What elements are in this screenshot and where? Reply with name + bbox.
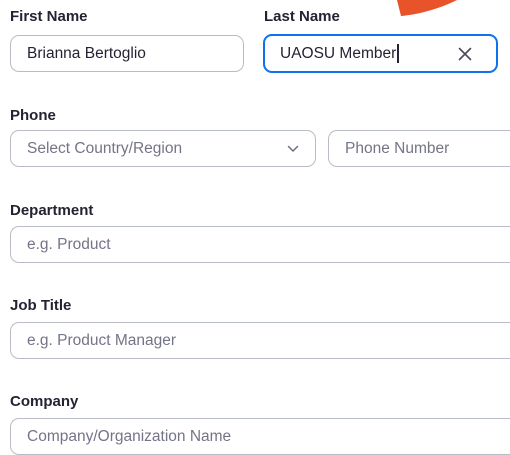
job-title-label: Job Title xyxy=(10,297,72,314)
company-input[interactable]: Company/Organization Name xyxy=(10,418,510,455)
job-title-input[interactable]: e.g. Product Manager xyxy=(10,322,510,359)
first-name-field[interactable]: Brianna Bertoglio xyxy=(10,35,244,72)
last-name-field[interactable]: UAOSU Member xyxy=(263,34,498,73)
country-region-select[interactable]: Select Country/Region xyxy=(10,130,316,167)
department-label: Department xyxy=(10,202,94,219)
country-region-placeholder: Select Country/Region xyxy=(27,139,183,157)
chevron-down-icon xyxy=(287,145,299,152)
phone-number-input[interactable]: Phone Number xyxy=(328,130,510,167)
text-cursor xyxy=(397,44,399,63)
phone-label: Phone xyxy=(10,107,56,124)
close-icon[interactable] xyxy=(458,47,472,61)
department-input[interactable]: e.g. Product xyxy=(10,226,510,263)
job-title-placeholder: e.g. Product Manager xyxy=(27,331,177,349)
department-placeholder: e.g. Product xyxy=(27,235,111,253)
decorative-orange-shape xyxy=(397,0,457,16)
first-name-value: Brianna Bertoglio xyxy=(27,44,146,62)
phone-number-placeholder: Phone Number xyxy=(345,139,450,157)
last-name-value: UAOSU Member xyxy=(280,44,397,62)
last-name-label: Last Name xyxy=(264,8,340,25)
company-label: Company xyxy=(10,393,79,410)
company-placeholder: Company/Organization Name xyxy=(27,427,232,445)
first-name-label: First Name xyxy=(10,8,88,25)
